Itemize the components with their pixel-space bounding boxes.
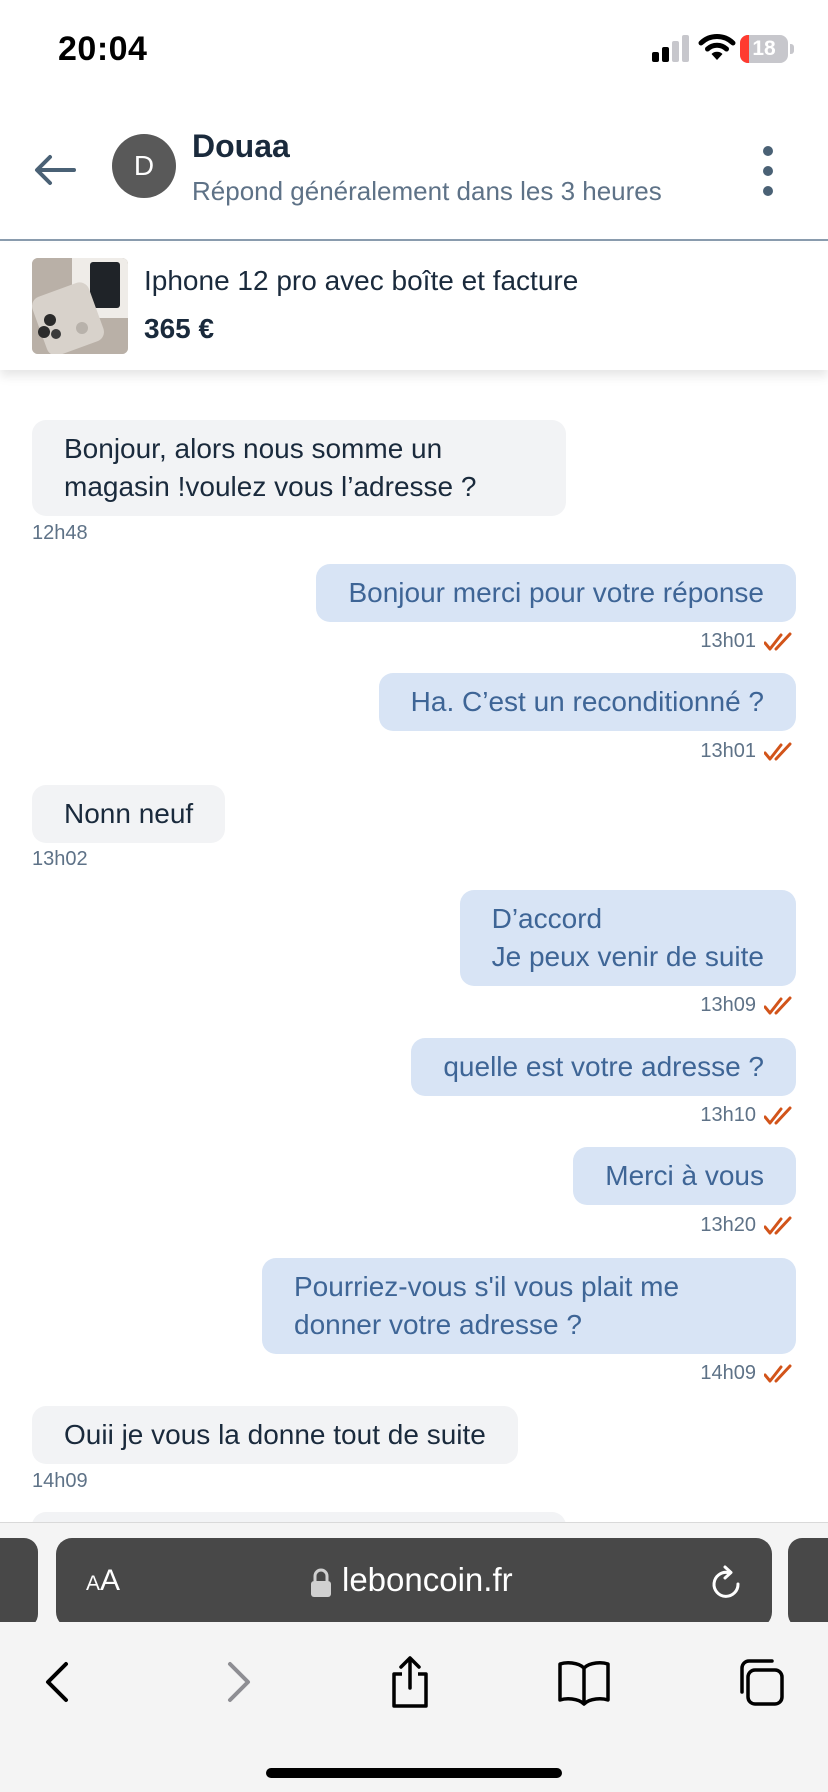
contact-response-time: Répond généralement dans les 3 heures (192, 176, 662, 206)
message-timestamp: 13h09 (700, 994, 756, 1016)
message-timestamp: 13h01 (700, 630, 756, 652)
read-receipt-icon (764, 742, 792, 761)
read-receipt-icon (764, 996, 792, 1015)
message-bubble-outgoing[interactable]: D’accord Je peux venir de suite (459, 890, 796, 986)
home-indicator (266, 1768, 562, 1778)
message-bubble-outgoing[interactable]: Merci à vous (573, 1147, 796, 1205)
message-timestamp: 14h09 (700, 1362, 756, 1384)
share-icon[interactable] (382, 1654, 438, 1710)
message-bubble-incoming[interactable]: Nonn neuf (32, 785, 226, 843)
conversation-header: D Douaa Répond généralement dans les 3 h… (0, 110, 828, 241)
message-text-line: donner votre adresse ? (294, 1309, 582, 1340)
message-timestamp: 13h02 (32, 848, 88, 870)
message-text-line: quelle est votre adresse ? (443, 1051, 764, 1082)
cellular-signal-icon (652, 35, 689, 62)
message-text-line: magasin !voulez vous l’adresse ? (64, 471, 477, 502)
battery-percentage: 18 (752, 37, 776, 60)
status-bar: 20:04 18 (0, 0, 828, 100)
avatar[interactable]: D (112, 134, 176, 198)
read-receipt-icon (764, 632, 792, 651)
message-bubble-outgoing[interactable]: Ha. C’est un reconditionné ? (378, 673, 796, 731)
message-timestamp: 14h09 (32, 1470, 88, 1492)
listing-summary[interactable]: Iphone 12 pro avec boîte et facture 365 … (0, 243, 828, 370)
message-text-line: D’accord (491, 903, 603, 934)
message-bubble-incoming[interactable]: Bonjour, alors nous somme un magasin !vo… (32, 420, 566, 516)
text-size-button[interactable]: AA (86, 1564, 120, 1598)
next-tab-preview[interactable] (788, 1538, 828, 1628)
status-time: 20:04 (58, 30, 148, 68)
message-bubble-outgoing[interactable]: Bonjour merci pour votre réponse (316, 564, 796, 622)
message-text-line: Nonn neuf (64, 798, 194, 829)
message-bubble-outgoing[interactable]: Pourriez-vous s'il vous plait me donner … (262, 1258, 796, 1354)
back-icon[interactable] (32, 1654, 88, 1710)
message-bubble-incoming[interactable]: Ouii je vous la donne tout de suite (32, 1406, 518, 1464)
message-text-line: Bonjour merci pour votre réponse (348, 577, 764, 608)
listing-price: 365 € (144, 313, 215, 344)
message-text-line: Bonjour, alors nous somme un (64, 433, 443, 464)
bookmarks-icon[interactable] (556, 1654, 612, 1710)
reload-icon[interactable] (708, 1564, 744, 1602)
more-options-icon[interactable] (756, 146, 780, 196)
message-text-line: Merci à vous (605, 1160, 764, 1191)
message-list[interactable]: Bonjour, alors nous somme un magasin !vo… (0, 372, 828, 1522)
message-timestamp: 13h20 (700, 1214, 756, 1236)
battery-icon: 18 (740, 35, 794, 63)
browser-address-area: AA leboncoin.fr (0, 1522, 828, 1628)
previous-tab-preview[interactable] (0, 1538, 38, 1628)
browser-toolbar (0, 1622, 828, 1792)
read-receipt-icon (764, 1364, 792, 1383)
message-bubble-outgoing[interactable]: quelle est votre adresse ? (411, 1038, 796, 1096)
message-text-line: Ouii je vous la donne tout de suite (64, 1419, 486, 1450)
tabs-icon[interactable] (734, 1654, 790, 1710)
read-receipt-icon (764, 1216, 792, 1235)
listing-thumbnail[interactable] (32, 258, 128, 354)
message-timestamp: 13h10 (700, 1104, 756, 1126)
contact-name[interactable]: Douaa (192, 128, 290, 165)
lock-icon (311, 1568, 331, 1597)
back-arrow-icon[interactable] (30, 150, 80, 190)
address-bar[interactable]: AA leboncoin.fr (56, 1538, 772, 1628)
listing-title[interactable]: Iphone 12 pro avec boîte et facture (144, 265, 578, 297)
message-timestamp: 13h01 (700, 740, 756, 762)
message-bubble-incoming-partial[interactable] (32, 1512, 566, 1522)
forward-icon[interactable] (208, 1654, 264, 1710)
message-text-line: Pourriez-vous s'il vous plait me (294, 1271, 680, 1302)
message-timestamp: 12h48 (32, 522, 88, 544)
message-text-line: Ha. C’est un reconditionné ? (410, 686, 764, 717)
wifi-icon (698, 34, 736, 60)
message-text-line: Je peux venir de suite (491, 941, 764, 972)
url-text[interactable]: leboncoin.fr (342, 1561, 513, 1599)
read-receipt-icon (764, 1106, 792, 1125)
